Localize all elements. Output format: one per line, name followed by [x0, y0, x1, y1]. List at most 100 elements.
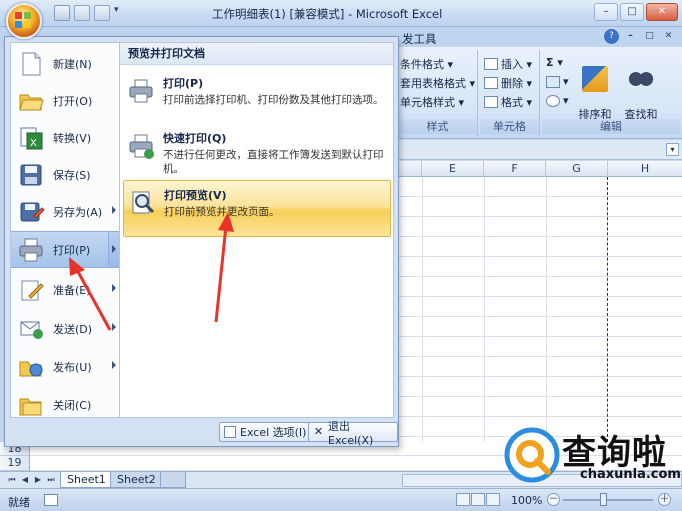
autosum-button[interactable]: Σ ▾: [546, 56, 563, 69]
row-header-20: [0, 471, 30, 472]
status-ready: 就绪: [8, 496, 30, 509]
column-header-h[interactable]: H: [608, 161, 682, 177]
column-headers: E F G H: [398, 161, 682, 177]
watermark-url: chaxunla.com: [580, 467, 681, 482]
office-menu: 新建(N) 打开(O) X 转换(V) 保存(S) 另存为(A) 打印(P) 准…: [4, 36, 399, 447]
cells-group-label: 单元格: [480, 119, 539, 134]
sheet-tab-sheet1[interactable]: Sheet1: [60, 472, 113, 488]
menu-item-save[interactable]: 保存(S): [11, 156, 122, 193]
office-menu-commands: 新建(N) 打开(O) X 转换(V) 保存(S) 另存为(A) 打印(P) 准…: [10, 42, 122, 419]
eraser-icon: [546, 94, 560, 107]
column-header-e[interactable]: E: [422, 161, 484, 177]
view-buttons: [456, 493, 500, 506]
menu-item-new[interactable]: 新建(N): [11, 45, 122, 82]
cells-group: 插入 ▾ 删除 ▾ 格式 ▾ 单元格: [480, 50, 540, 136]
sort-filter-icon: [582, 66, 608, 92]
insert-icon: [484, 58, 498, 70]
format-cells-button[interactable]: 格式 ▾: [484, 94, 532, 110]
watermark: 查询啦 chaxunla.com: [502, 423, 681, 489]
column-header-f[interactable]: F: [484, 161, 546, 177]
conditional-format-button[interactable]: 条件格式 ▾: [400, 56, 453, 72]
expand-formula-bar-icon[interactable]: ▾: [666, 143, 679, 156]
insert-cells-button[interactable]: 插入 ▾: [484, 56, 532, 72]
column-header-g[interactable]: G: [546, 161, 608, 177]
office-button[interactable]: [6, 3, 42, 39]
prepare-icon: [17, 276, 45, 304]
zoom-level[interactable]: 100%: [511, 494, 542, 507]
save-as-icon: [17, 198, 45, 226]
save-quick-icon[interactable]: [54, 5, 70, 21]
options-icon: [224, 426, 236, 438]
insert-sheet-icon[interactable]: [160, 472, 186, 488]
macro-record-icon[interactable]: [44, 494, 58, 506]
watermark-logo-icon: [504, 427, 560, 483]
submenu-title: 预览并打印文档: [120, 43, 393, 65]
submenu-arrow-icon: [112, 206, 116, 214]
first-sheet-icon[interactable]: ⏮: [6, 474, 18, 486]
fill-button[interactable]: ▾: [546, 75, 569, 88]
ribbon: 条件格式 ▾ 套用表格格式 ▾ 单元格样式 ▾ 样式 插入 ▾ 删除 ▾ 格式 …: [398, 47, 682, 139]
office-menu-footer: Excel 选项(I) ✕ 退出 Excel(X): [5, 418, 398, 447]
submenu-item-quick-print[interactable]: 快速打印(Q) 不进行任何更改，直接将工作簿发送到默认打印机。: [123, 124, 391, 181]
tab-developer[interactable]: 发工具: [402, 31, 437, 47]
maximize-button[interactable]: □: [620, 3, 644, 21]
row-header-19[interactable]: 19: [0, 456, 30, 471]
zoom-slider-thumb[interactable]: [600, 493, 607, 506]
ribbon-controls: ? – □ ✕: [604, 29, 676, 44]
delete-cells-button[interactable]: 删除 ▾: [484, 75, 532, 91]
excel-options-button[interactable]: Excel 选项(I): [219, 422, 312, 442]
printer-icon: [127, 77, 155, 105]
submenu-item-print[interactable]: 打印(P) 打印前选择打印机、打印份数及其他打印选项。: [123, 69, 391, 126]
zoom-out-button[interactable]: －: [547, 493, 560, 506]
zoom-slider-track[interactable]: [563, 499, 653, 501]
menu-item-save-as[interactable]: 另存为(A): [11, 193, 122, 230]
format-icon: [484, 96, 498, 108]
cell-styles-button[interactable]: 单元格样式 ▾: [400, 94, 464, 110]
zoom-in-button[interactable]: ＋: [658, 493, 671, 506]
menu-item-prepare[interactable]: 准备(E): [11, 271, 122, 308]
close-button[interactable]: ✕: [646, 3, 678, 21]
customize-qat-icon[interactable]: ▾: [114, 5, 124, 21]
prev-sheet-icon[interactable]: ◀: [19, 474, 31, 486]
send-icon: [17, 315, 45, 343]
submenu-arrow-icon: [112, 323, 116, 331]
convert-icon: X: [17, 124, 45, 152]
submenu-arrow-icon: [112, 284, 116, 292]
submenu-item-print-preview[interactable]: 打印预览(V) 打印前预览并更改页面。: [123, 180, 391, 237]
menu-item-convert[interactable]: X 转换(V): [11, 119, 122, 156]
sheet-tab-sheet2[interactable]: Sheet2: [110, 472, 163, 488]
exit-excel-button[interactable]: ✕ 退出 Excel(X): [308, 420, 398, 447]
close-folder-icon: [17, 391, 45, 419]
page-layout-view-icon[interactable]: [471, 493, 485, 506]
ribbon-close-icon[interactable]: ✕: [661, 29, 676, 44]
next-sheet-icon[interactable]: ▶: [32, 474, 44, 486]
close-x-icon: ✕: [313, 425, 324, 438]
help-icon[interactable]: ?: [604, 29, 619, 44]
ribbon-minimize-icon[interactable]: –: [623, 29, 638, 44]
status-bar: 就绪 100% － ＋: [0, 488, 682, 511]
new-document-icon: [17, 50, 45, 78]
clear-button[interactable]: ▾: [546, 94, 569, 107]
minimize-button[interactable]: –: [594, 3, 618, 21]
menu-item-publish[interactable]: 发布(U): [11, 348, 122, 385]
redo-icon[interactable]: [94, 5, 110, 21]
cell-grid[interactable]: [398, 177, 682, 442]
menu-item-send[interactable]: 发送(D): [11, 310, 122, 347]
format-as-table-button[interactable]: 套用表格格式 ▾: [400, 75, 475, 91]
office-logo-icon: [15, 12, 33, 30]
normal-view-icon[interactable]: [456, 493, 470, 506]
page-break-view-icon[interactable]: [486, 493, 500, 506]
last-sheet-icon[interactable]: ⏭: [45, 474, 57, 486]
formula-bar: ▾: [398, 140, 682, 160]
submenu-arrow-icon: [112, 245, 116, 253]
title-bar: ▾ 工作明细表(1) [兼容模式] - Microsoft Excel – □ …: [0, 0, 682, 27]
delete-icon: [484, 77, 498, 89]
editing-group: Σ ▾ ▾ ▾ 排序和 筛选 ▾ 查找和 选择 ▾ 编辑: [542, 50, 680, 136]
menu-item-print[interactable]: 打印(P): [11, 231, 122, 268]
window-title: 工作明细表(1) [兼容模式] - Microsoft Excel: [212, 7, 443, 21]
editing-group-label: 编辑: [542, 119, 680, 134]
ribbon-restore-icon[interactable]: □: [642, 29, 657, 44]
undo-icon[interactable]: [74, 5, 90, 21]
print-submenu: 预览并打印文档 打印(P) 打印前选择打印机、打印份数及其他打印选项。 快速打印…: [119, 42, 394, 418]
menu-item-open[interactable]: 打开(O): [11, 82, 122, 119]
